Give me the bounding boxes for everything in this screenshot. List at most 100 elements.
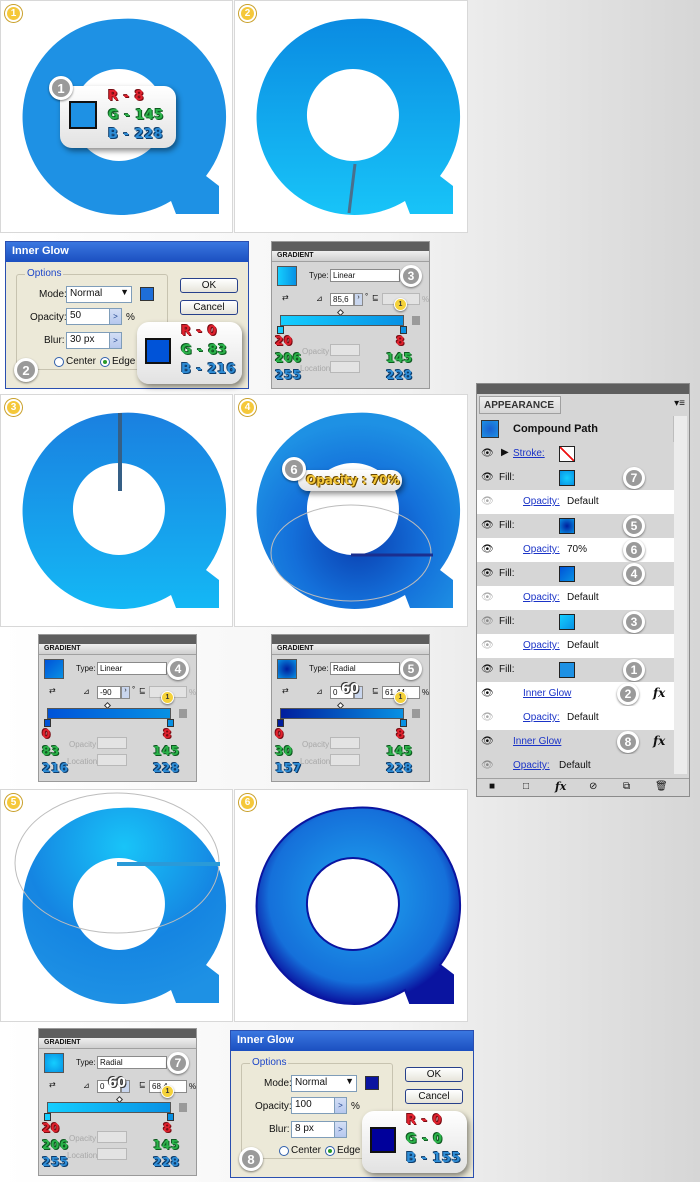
- gradient-stop-right[interactable]: [400, 719, 407, 727]
- gradient-stop-left[interactable]: [44, 719, 51, 727]
- edge-radio[interactable]: [325, 1146, 335, 1156]
- opacity-input[interactable]: 100: [291, 1097, 335, 1114]
- mode-select[interactable]: Normal ▼: [66, 286, 132, 303]
- glow-color-swatch[interactable]: [365, 1076, 379, 1090]
- panel-tab[interactable]: GRADIENT: [39, 1038, 196, 1049]
- opacity-label[interactable]: Opacity:: [523, 712, 560, 723]
- clear-appearance-icon[interactable]: ⊘: [589, 781, 597, 792]
- gradient-slider[interactable]: [47, 1102, 171, 1113]
- eye-icon[interactable]: 👁: [481, 568, 494, 579]
- type-select[interactable]: Linear: [97, 662, 167, 675]
- angle-input[interactable]: 85,6: [330, 293, 354, 306]
- reverse-icon[interactable]: ⇄: [49, 686, 56, 695]
- gradient-stop-right[interactable]: [167, 1113, 174, 1121]
- gradient-swatch[interactable]: [277, 659, 297, 679]
- angle-dropdown[interactable]: ›: [354, 293, 363, 306]
- fill-row-1[interactable]: 👁 Fill: 1: [477, 658, 674, 682]
- angle-input[interactable]: -90: [97, 686, 121, 699]
- gradient-stop-left[interactable]: [277, 719, 284, 727]
- eye-icon[interactable]: 👁: [481, 520, 494, 531]
- inner-glow-link[interactable]: Inner Glow: [513, 736, 561, 747]
- stroke-label[interactable]: Stroke:: [513, 448, 545, 459]
- angle-dropdown[interactable]: ›: [121, 686, 130, 699]
- gradient-stop-left[interactable]: [277, 326, 284, 334]
- new-art-basic-icon[interactable]: ■: [489, 781, 495, 792]
- eye-icon[interactable]: 👁: [481, 472, 494, 483]
- fill-swatch-linear-dark[interactable]: [559, 566, 575, 582]
- blur-spinner[interactable]: >: [334, 1121, 347, 1138]
- fill-row-7[interactable]: 👁 Fill: 7: [477, 466, 674, 490]
- gradient-stop-left[interactable]: [44, 1113, 51, 1121]
- ok-button[interactable]: OK: [405, 1067, 463, 1082]
- opacity-spinner[interactable]: >: [109, 308, 122, 325]
- gradient-swatch[interactable]: [44, 659, 64, 679]
- trash-icon[interactable]: [412, 709, 420, 718]
- panel-tab[interactable]: APPEARANCE: [479, 396, 561, 414]
- gradient-slider[interactable]: [280, 708, 404, 719]
- trash-icon[interactable]: [179, 709, 187, 718]
- expand-arrow-icon[interactable]: ▶: [501, 447, 509, 458]
- trash-icon[interactable]: [179, 1103, 187, 1112]
- object-inner-glow-row[interactable]: 👁 Inner Glow 8 fx: [477, 730, 674, 754]
- type-select[interactable]: Radial: [97, 1056, 167, 1069]
- gradient-slider[interactable]: [280, 315, 404, 326]
- center-radio[interactable]: [279, 1146, 289, 1156]
- gradient-swatch[interactable]: [44, 1053, 64, 1073]
- add-stroke-icon[interactable]: □: [523, 781, 529, 792]
- cancel-button[interactable]: Cancel: [405, 1089, 463, 1104]
- opacity-label[interactable]: Opacity:: [523, 544, 560, 555]
- blur-input[interactable]: 30 px: [66, 332, 110, 349]
- type-select[interactable]: Linear: [330, 269, 400, 282]
- type-select[interactable]: Radial: [330, 662, 400, 675]
- gradient-swatch[interactable]: [277, 266, 297, 286]
- panel-menu-icon[interactable]: ▾≡: [674, 398, 685, 409]
- eye-icon[interactable]: 👁: [481, 448, 494, 459]
- fill-swatch-solid[interactable]: [559, 662, 575, 678]
- reverse-icon[interactable]: ⇄: [282, 293, 289, 302]
- opacity-spinner[interactable]: >: [334, 1097, 347, 1114]
- fill-row-4[interactable]: 👁 Fill: 4: [477, 562, 674, 586]
- fill-swatch-radial-dark[interactable]: [559, 518, 575, 534]
- opacity-unit: %: [351, 1101, 360, 1112]
- eye-icon[interactable]: 👁: [481, 616, 494, 627]
- gradient-slider[interactable]: [47, 708, 171, 719]
- panel-tab[interactable]: GRADIENT: [272, 251, 429, 262]
- reverse-icon[interactable]: ⇄: [49, 1080, 56, 1089]
- stroke-row[interactable]: 👁 ▶ Stroke:: [477, 442, 674, 466]
- add-effect-icon[interactable]: fx: [555, 780, 566, 793]
- fx-icon[interactable]: fx: [653, 734, 665, 748]
- fill-row-5[interactable]: 👁 Fill: 5: [477, 514, 674, 538]
- reverse-icon[interactable]: ⇄: [282, 686, 289, 695]
- fx-icon[interactable]: fx: [653, 686, 665, 700]
- gradient-stop-right[interactable]: [400, 326, 407, 334]
- panel-tab[interactable]: GRADIENT: [272, 644, 429, 655]
- blur-input[interactable]: 8 px: [291, 1121, 335, 1138]
- stroke-none-swatch[interactable]: [559, 446, 575, 462]
- glow-color-swatch[interactable]: [140, 287, 154, 301]
- blur-spinner[interactable]: >: [109, 332, 122, 349]
- eye-icon[interactable]: 👁: [481, 736, 494, 747]
- cancel-button[interactable]: Cancel: [180, 300, 238, 315]
- edge-radio[interactable]: [100, 357, 110, 367]
- trash-icon[interactable]: [412, 316, 420, 325]
- opacity-label[interactable]: Opacity:: [523, 496, 560, 507]
- opacity-label[interactable]: Opacity:: [523, 592, 560, 603]
- duplicate-item-icon[interactable]: ⧉: [623, 781, 630, 792]
- opacity-input[interactable]: 50: [66, 308, 110, 325]
- effect-row-inner-glow[interactable]: 👁 Inner Glow 2 fx: [477, 682, 674, 706]
- inner-glow-link[interactable]: Inner Glow: [523, 688, 571, 699]
- mode-select[interactable]: Normal ▼: [291, 1075, 357, 1092]
- ok-button[interactable]: OK: [180, 278, 238, 293]
- opacity-label[interactable]: Opacity:: [523, 640, 560, 651]
- gradient-stop-right[interactable]: [167, 719, 174, 727]
- eye-icon[interactable]: 👁: [481, 664, 494, 675]
- fill-row-3[interactable]: 👁 Fill: 3: [477, 610, 674, 634]
- fill-swatch-radial-light[interactable]: [559, 470, 575, 486]
- opacity-label[interactable]: Opacity:: [513, 760, 550, 771]
- scrollbar[interactable]: [673, 416, 687, 774]
- panel-tab[interactable]: GRADIENT: [39, 644, 196, 655]
- center-radio[interactable]: [54, 357, 64, 367]
- trash-icon[interactable]: 🗑: [655, 781, 668, 792]
- fill-swatch-linear-light[interactable]: [559, 614, 575, 630]
- eye-icon[interactable]: 👁: [481, 688, 494, 699]
